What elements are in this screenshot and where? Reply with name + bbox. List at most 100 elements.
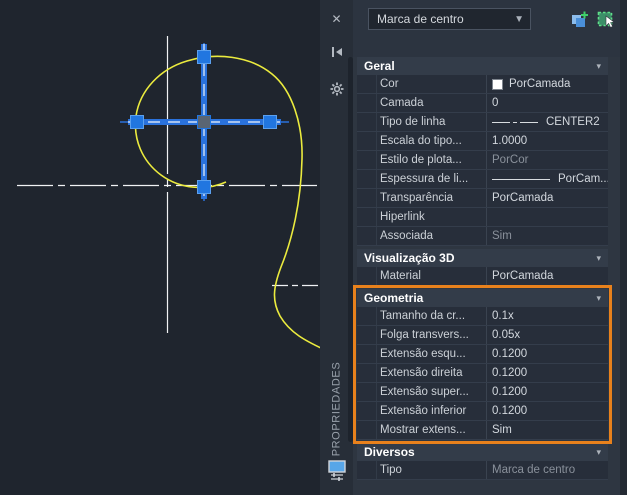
- prop-row-tamanho-da-cr[interactable]: Tamanho da cr... 0.1x: [357, 307, 608, 326]
- chevron-down-icon: ▼: [514, 13, 524, 25]
- prop-value[interactable]: PorCamada: [487, 75, 608, 93]
- prop-value[interactable]: PorCam...: [487, 170, 608, 188]
- properties-palette-icon[interactable]: [320, 459, 353, 483]
- prop-value-text: 0.1200: [492, 405, 528, 417]
- prop-value-text: PorCamada: [509, 78, 571, 90]
- prop-value[interactable]: 0.1x: [487, 307, 608, 325]
- collapse-chevron-icon[interactable]: ▾: [596, 293, 601, 304]
- prop-row-extens-o-direita[interactable]: Extensão direita 0.1200: [357, 364, 608, 383]
- prop-value[interactable]: PorCor: [487, 151, 608, 169]
- toggle-pickadd-icon: [571, 11, 588, 27]
- dropdown-selected-value: Marca de centro: [377, 12, 464, 26]
- prop-row-espessura-de-li[interactable]: Espessura de li... PorCam...: [357, 170, 608, 189]
- prop-value[interactable]: 0.1200: [487, 345, 608, 363]
- prop-row-transpar-ncia[interactable]: Transparência PorCamada: [357, 189, 608, 208]
- prop-row-mostrar-extens[interactable]: Mostrar extens... Sim: [357, 421, 608, 440]
- prop-row-estilo-de-plota[interactable]: Estilo de plota... PorCor: [357, 151, 608, 170]
- scrollbar[interactable]: [348, 57, 353, 442]
- property-grid: Geral ▾ Cor PorCamada Camada 0 Tipo de linha CE…: [353, 57, 612, 480]
- grip-right[interactable]: [263, 115, 277, 129]
- prop-row-tipo[interactable]: Tipo Marca de centro: [357, 461, 608, 480]
- prop-row-tipo-de-linha[interactable]: Tipo de linha CENTER2: [357, 113, 608, 132]
- prop-value[interactable]: [487, 208, 608, 226]
- prop-value[interactable]: 0: [487, 94, 608, 112]
- prop-label: Transparência: [357, 189, 487, 207]
- prop-value[interactable]: Sim: [487, 421, 608, 439]
- collapse-chevron-icon[interactable]: ▾: [596, 253, 601, 264]
- object-type-dropdown[interactable]: Marca de centro ▼: [368, 8, 531, 30]
- collapse-chevron-icon[interactable]: ▾: [596, 447, 601, 458]
- prop-value-text: Sim: [492, 230, 512, 242]
- prop-row-escala-do-tipo[interactable]: Escala do tipo... 1.0000: [357, 132, 608, 151]
- prop-value[interactable]: 0.1200: [487, 402, 608, 420]
- prop-value-text: PorCamada: [492, 270, 554, 282]
- section-title: Geral: [364, 59, 395, 73]
- section-header-geral[interactable]: Geral ▾: [357, 57, 608, 75]
- prop-label: Extensão direita: [357, 364, 487, 382]
- prop-value-text: 0: [492, 97, 499, 109]
- prop-value[interactable]: 0.1200: [487, 364, 608, 382]
- prop-value-text: 0.1x: [492, 310, 514, 322]
- prop-label: Tipo de linha: [357, 113, 487, 131]
- prop-value-text: 0.05x: [492, 329, 521, 341]
- prop-row-extens-o-inferior[interactable]: Extensão inferior 0.1200: [357, 402, 608, 421]
- prop-row-folga-transvers[interactable]: Folga transvers... 0.05x: [357, 326, 608, 345]
- prop-row-cor[interactable]: Cor PorCamada: [357, 75, 608, 94]
- prop-value-text: PorCor: [492, 154, 529, 166]
- autocad-workspace: ✕ PROPRIEDADES Marca de centro ▼ Geral ▾…: [0, 0, 627, 495]
- section-header-geometria[interactable]: Geometria ▾: [357, 289, 608, 307]
- properties-panel: ✕ PROPRIEDADES Marca de centro ▼ Geral ▾…: [320, 0, 627, 495]
- toggle-pickadd-button[interactable]: [568, 8, 590, 30]
- color-swatch[interactable]: [492, 78, 503, 90]
- prop-label: Camada: [357, 94, 487, 112]
- section-header-visualiza-o-3d[interactable]: Visualização 3D ▾: [357, 249, 608, 267]
- prop-value[interactable]: 0.1200: [487, 383, 608, 401]
- section-geometria: Geometria ▾ Tamanho da cr... 0.1x Folga tran…: [353, 285, 612, 444]
- prop-value[interactable]: 1.0000: [487, 132, 608, 150]
- prop-value-text: Sim: [492, 424, 512, 436]
- prop-label: Cor: [357, 75, 487, 93]
- prop-row-material[interactable]: Material PorCamada: [357, 267, 608, 286]
- lineweight-preview-icon: [492, 178, 553, 180]
- grip-center[interactable]: [197, 115, 211, 129]
- section-title: Diversos: [364, 445, 415, 459]
- prop-label: Estilo de plota...: [357, 151, 487, 169]
- prop-value[interactable]: PorCamada: [487, 267, 608, 285]
- prop-row-camada[interactable]: Camada 0: [357, 94, 608, 113]
- grip-top[interactable]: [197, 50, 211, 64]
- prop-value-text: 0.1200: [492, 386, 528, 398]
- prop-value[interactable]: 0.05x: [487, 326, 608, 344]
- grip-bottom[interactable]: [197, 180, 211, 194]
- prop-value[interactable]: CENTER2: [487, 113, 608, 131]
- collapse-chevron-icon[interactable]: ▾: [596, 61, 601, 72]
- prop-label: Hiperlink: [357, 208, 487, 226]
- close-icon[interactable]: ✕: [320, 10, 353, 28]
- prop-label: Folga transvers...: [357, 326, 487, 344]
- section-diversos: Diversos ▾ Tipo Marca de centro: [357, 443, 608, 480]
- prop-value-text: CENTER2: [546, 116, 600, 128]
- prop-value[interactable]: PorCamada: [487, 189, 608, 207]
- prop-label: Extensão inferior: [357, 402, 487, 420]
- prop-label: Extensão super...: [357, 383, 487, 401]
- prop-label: Tipo: [357, 461, 487, 479]
- prop-value[interactable]: Sim: [487, 227, 608, 245]
- select-objects-button[interactable]: [596, 8, 618, 30]
- prop-value-text: PorCamada: [492, 192, 554, 204]
- grip-left[interactable]: [130, 115, 144, 129]
- prop-row-extens-o-super[interactable]: Extensão super... 0.1200: [357, 383, 608, 402]
- prop-row-extens-o-esqu[interactable]: Extensão esqu... 0.1200: [357, 345, 608, 364]
- prop-value-text: 0.1200: [492, 367, 528, 379]
- prop-value-text: 0.1200: [492, 348, 528, 360]
- prop-row-associada[interactable]: Associada Sim: [357, 227, 608, 246]
- prop-row-hiperlink[interactable]: Hiperlink: [357, 208, 608, 227]
- section-visualiza-o-3d: Visualização 3D ▾ Material PorCamada: [357, 249, 608, 286]
- panel-edge: [620, 0, 627, 495]
- section-geral: Geral ▾ Cor PorCamada Camada 0 Tipo de linha CE…: [357, 57, 608, 246]
- section-title: Geometria: [364, 291, 424, 305]
- prop-label: Escala do tipo...: [357, 132, 487, 150]
- prop-label: Material: [357, 267, 487, 285]
- linetype-preview-icon: [492, 121, 541, 123]
- section-header-diversos[interactable]: Diversos ▾: [357, 443, 608, 461]
- prop-value[interactable]: Marca de centro: [487, 461, 608, 479]
- prop-label: Tamanho da cr...: [357, 307, 487, 325]
